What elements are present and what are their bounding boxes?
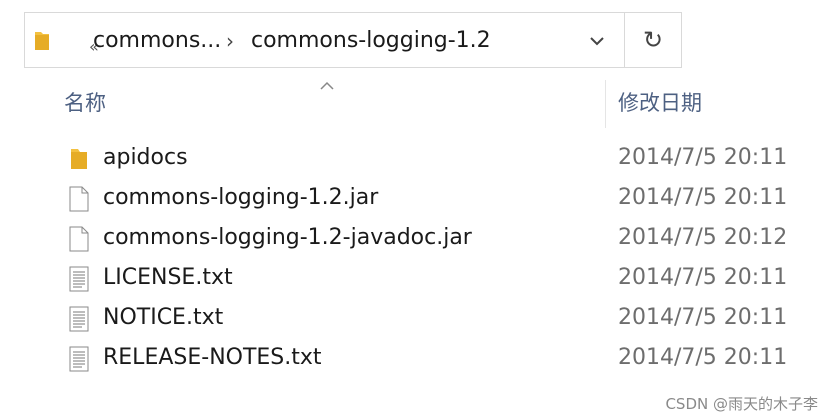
address-bar[interactable]: « commons... › commons-logging-1.2 (24, 12, 624, 68)
column-header-name[interactable]: 名称 (64, 90, 106, 116)
file-name: commons-logging-1.2.jar (103, 185, 379, 210)
folder-icon (67, 146, 91, 172)
file-date-modified: 2014/7/5 20:11 (618, 305, 788, 330)
file-name: LICENSE.txt (103, 265, 233, 290)
file-date-modified: 2014/7/5 20:11 (618, 145, 788, 170)
file-icon (67, 186, 91, 212)
file-icon (67, 226, 91, 252)
file-list: apidocs 2014/7/5 20:11 commons-logging-1… (0, 138, 832, 378)
column-header-date-modified[interactable]: 修改日期 (618, 90, 702, 116)
file-name: RELEASE-NOTES.txt (103, 345, 322, 370)
list-item[interactable]: apidocs 2014/7/5 20:11 (0, 138, 832, 178)
breadcrumb-item-commons[interactable]: commons... (93, 29, 221, 53)
text-file-icon (67, 306, 91, 332)
list-item[interactable]: LICENSE.txt 2014/7/5 20:11 (0, 258, 832, 298)
refresh-button[interactable]: ↻ (624, 12, 682, 68)
breadcrumb-separator[interactable]: › (226, 29, 234, 53)
file-date-modified: 2014/7/5 20:12 (618, 225, 788, 250)
list-item[interactable]: commons-logging-1.2-javadoc.jar 2014/7/5… (0, 218, 832, 258)
text-file-icon (67, 266, 91, 292)
text-file-icon (67, 346, 91, 372)
file-name: NOTICE.txt (103, 305, 224, 330)
file-name: apidocs (103, 145, 188, 170)
list-item[interactable]: commons-logging-1.2.jar 2014/7/5 20:11 (0, 178, 832, 218)
list-item[interactable]: RELEASE-NOTES.txt 2014/7/5 20:11 (0, 338, 832, 378)
sort-ascending-icon (319, 76, 335, 90)
watermark: CSDN @雨天的木子李 (665, 395, 818, 413)
refresh-icon: ↻ (642, 26, 664, 54)
column-divider[interactable] (605, 80, 606, 128)
chevron-down-icon[interactable] (587, 31, 607, 51)
file-name: commons-logging-1.2-javadoc.jar (103, 225, 472, 250)
file-date-modified: 2014/7/5 20:11 (618, 185, 788, 210)
folder-icon (33, 30, 51, 52)
file-date-modified: 2014/7/5 20:11 (618, 265, 788, 290)
breadcrumb-item-commons-logging[interactable]: commons-logging-1.2 (251, 29, 491, 53)
list-item[interactable]: NOTICE.txt 2014/7/5 20:11 (0, 298, 832, 338)
file-date-modified: 2014/7/5 20:11 (618, 345, 788, 370)
